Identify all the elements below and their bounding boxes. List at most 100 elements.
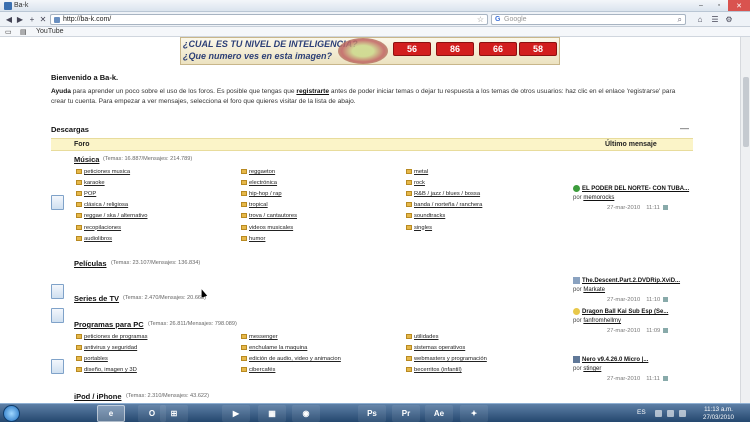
register-link[interactable]: registrarte [296, 88, 329, 95]
subforum-link[interactable]: audiolibros [76, 235, 112, 242]
author-link[interactable]: stinger [583, 366, 601, 372]
search-box[interactable]: G Google ⌕ [491, 14, 686, 25]
banner-option-button[interactable]: 56 [393, 42, 431, 56]
banner-option-button[interactable]: 66 [479, 42, 517, 56]
subforum-link[interactable]: webmasters y programación [406, 356, 487, 362]
ad-banner[interactable]: ¿CUAL ES TU NIVEL DE INTELIGENCIA? ¿Que … [180, 37, 560, 65]
author-link[interactable]: fanfromhellmy [583, 318, 621, 324]
tools-icon[interactable]: ⚙ [724, 15, 734, 24]
subforum-link[interactable]: rock [406, 180, 425, 186]
subforum-link[interactable]: reggaeton [241, 169, 275, 175]
author-prefix: por [573, 366, 582, 372]
new-tab-icon[interactable]: + [27, 15, 37, 24]
subforum-link[interactable]: enchulame la maquina [241, 345, 307, 351]
subforum-link[interactable]: reggae / ska / alternativo [76, 213, 147, 219]
home-icon[interactable]: ⌂ [695, 15, 705, 24]
subforum-link[interactable]: hip-hop / rap [241, 191, 282, 197]
subforum-label: sistemas operativos [414, 345, 466, 352]
ae-icon[interactable]: Ae [425, 405, 453, 422]
forum-name[interactable]: Música [74, 155, 99, 164]
subforum-link[interactable]: diseño, imagen y 3D [76, 367, 137, 373]
pr-icon[interactable]: Pr [392, 405, 420, 422]
subforum-link[interactable]: sistemas operativos [406, 345, 465, 351]
subforum-link[interactable]: trova / cantautores [241, 213, 297, 219]
minimize-icon[interactable]: – [692, 0, 710, 11]
search-icon[interactable]: ⌕ [678, 15, 682, 25]
history-icon[interactable]: ▤ [20, 28, 27, 36]
vertical-scrollbar[interactable] [740, 37, 750, 403]
back-icon[interactable]: ◀ [4, 15, 14, 24]
last-post-author: por Markate [573, 287, 605, 293]
bookmarks-icon[interactable]: ▭ [5, 28, 12, 36]
subforum-link[interactable]: electrónica [241, 180, 277, 186]
start-button[interactable] [3, 405, 20, 422]
ps-icon[interactable]: Ps [358, 405, 386, 422]
subforum-link[interactable]: soundtracks [406, 213, 445, 219]
subforum-link[interactable]: humor [241, 235, 265, 242]
scrollbar-thumb[interactable] [743, 77, 749, 147]
tray-icon[interactable] [655, 410, 662, 417]
clock[interactable]: 11:13 a.m. 27/03/2010 [703, 406, 734, 422]
chrome-icon[interactable]: ◉ [292, 405, 320, 422]
forward-icon[interactable]: ▶ [15, 15, 25, 24]
subforum-link[interactable]: utilidades [406, 334, 439, 340]
explorer-icon[interactable]: ▦ [258, 405, 286, 422]
subforum-link[interactable]: portables [76, 356, 108, 362]
game-icon[interactable]: ✦ [460, 405, 488, 422]
last-post-title[interactable]: Nero v9.4.26.0 Micro |... [573, 356, 648, 363]
last-post-title[interactable]: The.Descent.Part.2.DVDRip.XviD... [573, 277, 680, 284]
minus-icon[interactable]: — [680, 123, 689, 133]
volume-icon[interactable] [679, 410, 686, 417]
forum-name[interactable]: Películas [74, 259, 107, 268]
last-post-title-text: Dragon Ball Kai Sub Esp (Se... [582, 309, 669, 316]
windows-icon[interactable]: ⊞ [160, 405, 188, 422]
subforum-link[interactable]: POP [76, 191, 96, 197]
address-bar[interactable]: http://ba-k.com/ ☆ [50, 14, 488, 25]
subforum-link[interactable]: R&B / jazz / blues / bossa [406, 191, 480, 197]
close-icon[interactable]: ✕ [728, 0, 750, 11]
subforum-link[interactable]: messenger [241, 334, 278, 340]
folder-icon [76, 235, 82, 241]
go-to-post-icon[interactable] [662, 376, 668, 381]
language-indicator[interactable]: ES [637, 409, 646, 416]
help-link[interactable]: Ayuda [51, 88, 71, 95]
subforum-link[interactable]: metal [406, 169, 428, 175]
bookmark-star-icon[interactable]: ☆ [477, 15, 484, 24]
subforum-link[interactable]: edición de audio, video y animacion [241, 356, 341, 362]
subforum-link[interactable]: videos musicales [241, 224, 293, 231]
forum-name[interactable]: Series de TV [74, 294, 119, 303]
go-to-post-icon[interactable] [663, 328, 669, 333]
subforum-link[interactable]: becerritos (infantil) [406, 367, 462, 373]
author-link[interactable]: Markate [583, 287, 605, 293]
last-post-title[interactable]: Dragon Ball Kai Sub Esp (Se... [573, 308, 668, 315]
banner-option-button[interactable]: 86 [436, 42, 474, 56]
tray-icon[interactable] [667, 410, 674, 417]
subforum-link[interactable]: clásica / religiosa [76, 202, 128, 208]
forum-stats: (Temas: 23.107/Mensajes: 136.834) [111, 260, 201, 266]
last-post-title[interactable]: EL PODER DEL NORTE- CON TUBA... [573, 185, 689, 192]
url-text[interactable]: http://ba-k.com/ [63, 16, 111, 23]
folder-icon [76, 356, 82, 362]
forum-name[interactable]: Programas para PC [74, 320, 144, 329]
subforum-link[interactable]: singles [406, 224, 432, 231]
subforum-link[interactable]: karaoke [76, 180, 105, 186]
close-tab-icon[interactable]: ✕ [38, 15, 48, 24]
subforum-link[interactable]: antivirus y seguridad [76, 345, 137, 351]
subforum-link[interactable]: recopilaciones [76, 224, 121, 231]
ie-icon[interactable]: e [97, 405, 125, 422]
maximize-icon[interactable]: ▫ [710, 0, 728, 11]
player-icon[interactable]: ▶ [222, 405, 250, 422]
go-to-post-icon[interactable] [663, 297, 669, 302]
go-to-post-icon[interactable] [662, 205, 668, 210]
banner-option-button[interactable]: 58 [519, 42, 557, 56]
subforum-link[interactable]: banda / norteña / ranchera [406, 202, 482, 208]
subforum-link[interactable]: tropical [241, 202, 268, 208]
bookmark-youtube[interactable]: YouTube [36, 28, 64, 35]
subforum-link[interactable]: peticiones musica [76, 169, 130, 175]
forum-name[interactable]: iPod / iPhone [74, 392, 122, 401]
subforum-link[interactable]: peticiones de programas [76, 334, 147, 340]
page-menu-icon[interactable]: ☰ [710, 15, 720, 24]
search-placeholder[interactable]: Google [504, 16, 527, 23]
subforum-link[interactable]: cibercafés [241, 367, 275, 373]
author-link[interactable]: memorocks [583, 195, 614, 201]
